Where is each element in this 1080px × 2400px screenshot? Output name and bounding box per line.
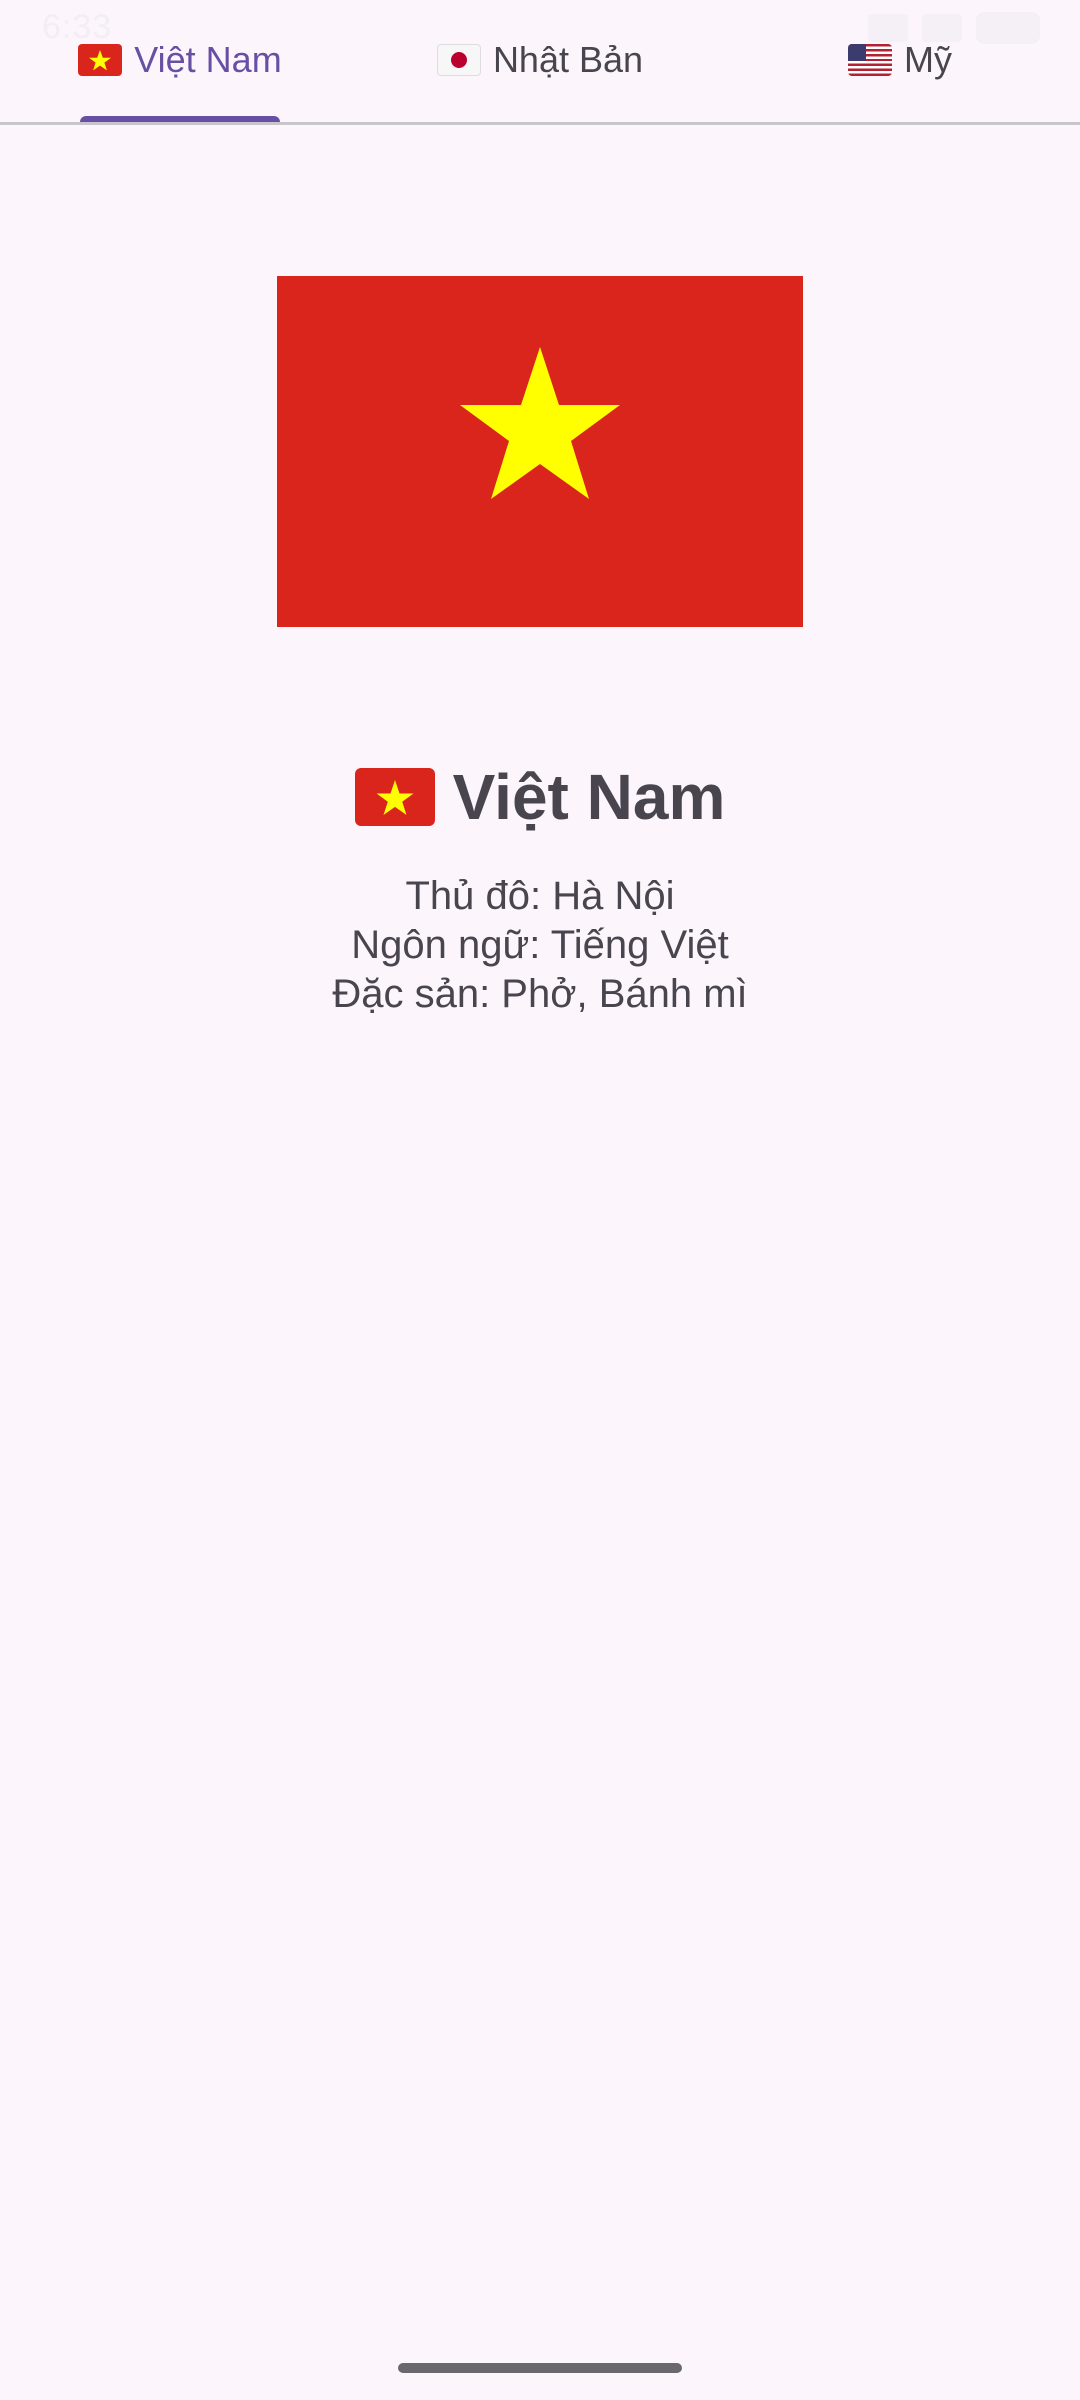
tab-vietnam[interactable]: Việt Nam [55, 0, 305, 122]
usa-flag-icon [848, 44, 892, 76]
specialty-text: Đặc sản: Phở, Bánh mì [332, 972, 748, 1016]
japan-flag-icon [436, 44, 481, 76]
vietnam-flag-icon [78, 44, 123, 76]
country-name: Việt Nam [452, 761, 726, 833]
tab-label: Việt Nam [134, 39, 282, 80]
flag-star-icon [460, 347, 620, 499]
country-heading: Việt Nam [0, 760, 1080, 834]
country-tab-bar: Việt Nam Nhật Bản Mỹ [0, 0, 1080, 124]
tab-usa[interactable]: Mỹ [830, 0, 970, 122]
capital-text: Thủ đô: Hà Nội [405, 874, 675, 918]
tab-label: Mỹ [904, 39, 952, 80]
gesture-navigation-bar[interactable] [398, 2363, 682, 2373]
language-text: Ngôn ngữ: Tiếng Việt [351, 923, 729, 967]
vietnam-flag-image [277, 276, 803, 627]
tab-divider [0, 122, 1080, 125]
tab-japan[interactable]: Nhật Bản [420, 0, 660, 122]
vietnam-flag-icon [354, 768, 435, 826]
tab-label: Nhật Bản [492, 39, 644, 80]
country-info: Thủ đô: Hà Nội Ngôn ngữ: Tiếng Việt Đặc … [0, 872, 1080, 1019]
